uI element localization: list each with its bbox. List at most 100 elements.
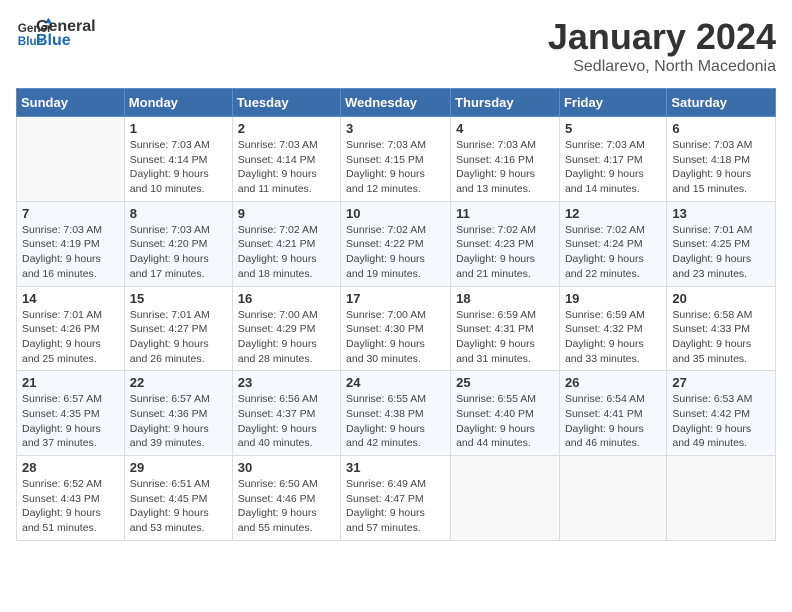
day-number: 16 xyxy=(238,291,335,306)
day-info: Sunrise: 7:03 AMSunset: 4:15 PMDaylight:… xyxy=(346,138,445,197)
calendar-cell: 9 Sunrise: 7:02 AMSunset: 4:21 PMDaylight… xyxy=(232,201,340,286)
weekday-header-sunday: Sunday xyxy=(17,89,125,117)
day-info: Sunrise: 7:03 AMSunset: 4:18 PMDaylight:… xyxy=(672,138,770,197)
calendar-week-row: 14 Sunrise: 7:01 AMSunset: 4:26 PMDayligh… xyxy=(17,286,776,371)
calendar-cell: 31Sunrise: 6:49 AMSunset: 4:47 PMDayligh… xyxy=(341,456,451,541)
calendar-cell: 26 Sunrise: 6:54 AMSunset: 4:41 PMDayligh… xyxy=(559,371,666,456)
day-info: Sunrise: 7:01 AMSunset: 4:25 PMDaylight:… xyxy=(672,223,770,282)
weekday-header-monday: Monday xyxy=(124,89,232,117)
weekday-header-saturday: Saturday xyxy=(667,89,776,117)
day-info: Sunrise: 7:03 AMSunset: 4:16 PMDaylight:… xyxy=(456,138,554,197)
day-info: Sunrise: 7:01 AMSunset: 4:26 PMDaylight:… xyxy=(22,308,119,367)
calendar-week-row: 21Sunrise: 6:57 AMSunset: 4:35 PMDayligh… xyxy=(17,371,776,456)
day-number: 10 xyxy=(346,206,445,221)
calendar-cell: 7 Sunrise: 7:03 AMSunset: 4:19 PMDaylight… xyxy=(17,201,125,286)
weekday-header-thursday: Thursday xyxy=(451,89,560,117)
day-info: Sunrise: 7:03 AMSunset: 4:19 PMDaylight:… xyxy=(22,223,119,282)
calendar-cell: 23Sunrise: 6:56 AMSunset: 4:37 PMDayligh… xyxy=(232,371,340,456)
calendar-cell: 8 Sunrise: 7:03 AMSunset: 4:20 PMDaylight… xyxy=(124,201,232,286)
calendar-cell: 18 Sunrise: 6:59 AMSunset: 4:31 PMDayligh… xyxy=(451,286,560,371)
weekday-header-tuesday: Tuesday xyxy=(232,89,340,117)
day-number: 12 xyxy=(565,206,661,221)
day-number: 8 xyxy=(130,206,227,221)
calendar-cell: 3 Sunrise: 7:03 AMSunset: 4:15 PMDaylight… xyxy=(341,117,451,202)
day-number: 27 xyxy=(672,375,770,390)
day-info: Sunrise: 6:52 AMSunset: 4:43 PMDaylight:… xyxy=(22,477,119,536)
day-number: 3 xyxy=(346,121,445,136)
calendar-cell xyxy=(451,456,560,541)
calendar-cell: 19Sunrise: 6:59 AMSunset: 4:32 PMDayligh… xyxy=(559,286,666,371)
logo: General Blue General Blue xyxy=(16,16,96,52)
calendar-week-row: 28Sunrise: 6:52 AMSunset: 4:43 PMDayligh… xyxy=(17,456,776,541)
calendar-cell: 6 Sunrise: 7:03 AMSunset: 4:18 PMDaylight… xyxy=(667,117,776,202)
calendar-cell xyxy=(17,117,125,202)
day-info: Sunrise: 6:49 AMSunset: 4:47 PMDaylight:… xyxy=(346,477,445,536)
calendar-week-row: 7 Sunrise: 7:03 AMSunset: 4:19 PMDaylight… xyxy=(17,201,776,286)
logo-blue: Blue xyxy=(36,32,96,50)
day-number: 24 xyxy=(346,375,445,390)
day-number: 4 xyxy=(456,121,554,136)
calendar-cell xyxy=(667,456,776,541)
calendar-cell xyxy=(559,456,666,541)
weekday-header-row: SundayMondayTuesdayWednesdayThursdayFrid… xyxy=(17,89,776,117)
calendar-cell: 16 Sunrise: 7:00 AMSunset: 4:29 PMDayligh… xyxy=(232,286,340,371)
day-info: Sunrise: 6:54 AMSunset: 4:41 PMDaylight:… xyxy=(565,392,661,451)
day-number: 15 xyxy=(130,291,227,306)
day-info: Sunrise: 6:55 AMSunset: 4:38 PMDaylight:… xyxy=(346,392,445,451)
calendar-cell: 15 Sunrise: 7:01 AMSunset: 4:27 PMDayligh… xyxy=(124,286,232,371)
day-info: Sunrise: 6:59 AMSunset: 4:32 PMDaylight:… xyxy=(565,308,661,367)
day-number: 2 xyxy=(238,121,335,136)
day-number: 26 xyxy=(565,375,661,390)
calendar-week-row: 1Sunrise: 7:03 AMSunset: 4:14 PMDaylight… xyxy=(17,117,776,202)
calendar-cell: 13Sunrise: 7:01 AMSunset: 4:25 PMDayligh… xyxy=(667,201,776,286)
day-number: 6 xyxy=(672,121,770,136)
day-info: Sunrise: 6:55 AMSunset: 4:40 PMDaylight:… xyxy=(456,392,554,451)
day-info: Sunrise: 7:02 AMSunset: 4:21 PMDaylight:… xyxy=(238,223,335,282)
calendar-cell: 17Sunrise: 7:00 AMSunset: 4:30 PMDayligh… xyxy=(341,286,451,371)
day-info: Sunrise: 7:03 AMSunset: 4:20 PMDaylight:… xyxy=(130,223,227,282)
calendar-cell: 10 Sunrise: 7:02 AMSunset: 4:22 PMDayligh… xyxy=(341,201,451,286)
calendar-cell: 21Sunrise: 6:57 AMSunset: 4:35 PMDayligh… xyxy=(17,371,125,456)
day-number: 23 xyxy=(238,375,335,390)
calendar-cell: 11 Sunrise: 7:02 AMSunset: 4:23 PMDayligh… xyxy=(451,201,560,286)
calendar-table: SundayMondayTuesdayWednesdayThursdayFrid… xyxy=(16,88,776,541)
day-number: 21 xyxy=(22,375,119,390)
day-number: 5 xyxy=(565,121,661,136)
day-info: Sunrise: 7:03 AMSunset: 4:14 PMDaylight:… xyxy=(130,138,227,197)
day-info: Sunrise: 6:57 AMSunset: 4:36 PMDaylight:… xyxy=(130,392,227,451)
calendar-cell: 29Sunrise: 6:51 AMSunset: 4:45 PMDayligh… xyxy=(124,456,232,541)
day-number: 14 xyxy=(22,291,119,306)
day-info: Sunrise: 7:03 AMSunset: 4:14 PMDaylight:… xyxy=(238,138,335,197)
day-number: 20 xyxy=(672,291,770,306)
day-number: 30 xyxy=(238,460,335,475)
calendar-cell: 5 Sunrise: 7:03 AMSunset: 4:17 PMDaylight… xyxy=(559,117,666,202)
day-info: Sunrise: 6:59 AMSunset: 4:31 PMDaylight:… xyxy=(456,308,554,367)
day-info: Sunrise: 6:53 AMSunset: 4:42 PMDaylight:… xyxy=(672,392,770,451)
day-number: 11 xyxy=(456,206,554,221)
day-info: Sunrise: 7:02 AMSunset: 4:24 PMDaylight:… xyxy=(565,223,661,282)
calendar-cell: 1Sunrise: 7:03 AMSunset: 4:14 PMDaylight… xyxy=(124,117,232,202)
calendar-cell: 30Sunrise: 6:50 AMSunset: 4:46 PMDayligh… xyxy=(232,456,340,541)
calendar-cell: 28Sunrise: 6:52 AMSunset: 4:43 PMDayligh… xyxy=(17,456,125,541)
calendar-cell: 12 Sunrise: 7:02 AMSunset: 4:24 PMDayligh… xyxy=(559,201,666,286)
day-number: 7 xyxy=(22,206,119,221)
header: General Blue General Blue January 2024 S… xyxy=(16,16,776,76)
calendar-cell: 25 Sunrise: 6:55 AMSunset: 4:40 PMDayligh… xyxy=(451,371,560,456)
day-number: 22 xyxy=(130,375,227,390)
day-number: 29 xyxy=(130,460,227,475)
day-number: 25 xyxy=(456,375,554,390)
calendar-cell: 20Sunrise: 6:58 AMSunset: 4:33 PMDayligh… xyxy=(667,286,776,371)
calendar-cell: 24 Sunrise: 6:55 AMSunset: 4:38 PMDayligh… xyxy=(341,371,451,456)
weekday-header-friday: Friday xyxy=(559,89,666,117)
day-info: Sunrise: 7:02 AMSunset: 4:22 PMDaylight:… xyxy=(346,223,445,282)
day-info: Sunrise: 7:03 AMSunset: 4:17 PMDaylight:… xyxy=(565,138,661,197)
day-number: 9 xyxy=(238,206,335,221)
day-number: 18 xyxy=(456,291,554,306)
calendar-cell: 22 Sunrise: 6:57 AMSunset: 4:36 PMDayligh… xyxy=(124,371,232,456)
weekday-header-wednesday: Wednesday xyxy=(341,89,451,117)
location-subtitle: Sedlarevo, North Macedonia xyxy=(548,58,776,76)
day-info: Sunrise: 7:01 AMSunset: 4:27 PMDaylight:… xyxy=(130,308,227,367)
day-info: Sunrise: 7:00 AMSunset: 4:29 PMDaylight:… xyxy=(238,308,335,367)
title-area: January 2024 Sedlarevo, North Macedonia xyxy=(548,16,776,76)
day-info: Sunrise: 7:02 AMSunset: 4:23 PMDaylight:… xyxy=(456,223,554,282)
